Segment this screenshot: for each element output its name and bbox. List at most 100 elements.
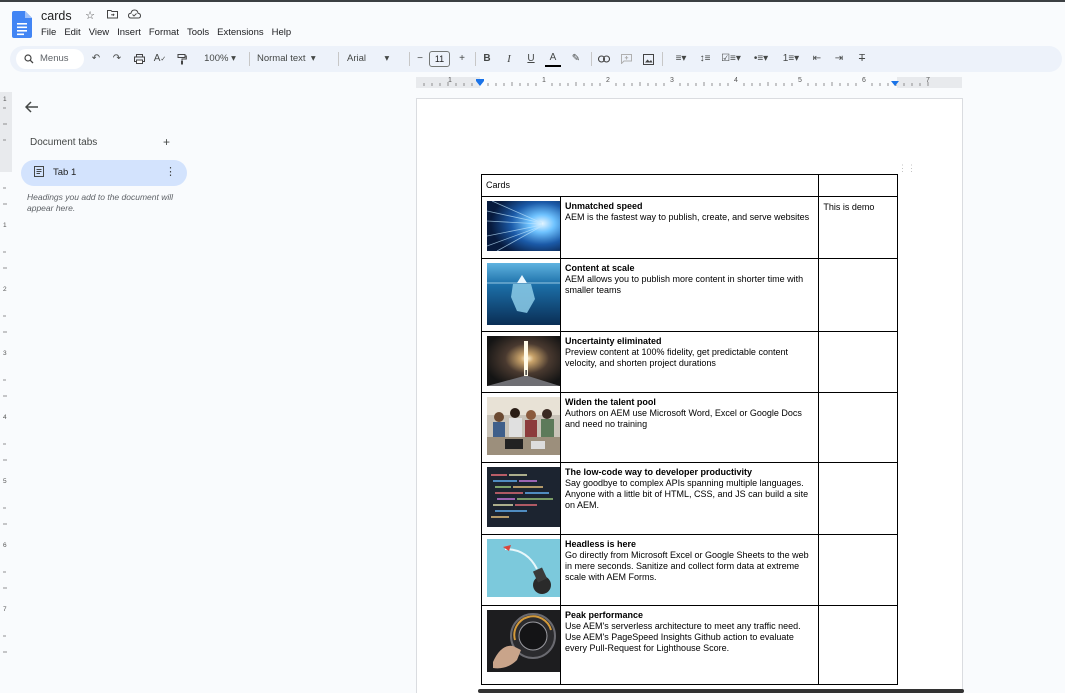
table-row: Unmatched speed AEM is the fastest way t… — [481, 196, 898, 259]
insert-link-icon[interactable] — [596, 51, 612, 67]
tab-1[interactable]: Tab 1 ⋮ — [21, 160, 187, 186]
menu-view[interactable]: View — [89, 27, 114, 39]
print-icon[interactable] — [131, 51, 147, 67]
table-cell[interactable]: Peak performance Use AEM's serverless ar… — [559, 605, 820, 685]
table-cell[interactable]: Widen the talent pool Authors on AEM use… — [559, 392, 820, 463]
table-cell[interactable] — [481, 196, 561, 259]
table-cell[interactable]: Uncertainty eliminated Preview content a… — [559, 331, 820, 393]
table-cell[interactable] — [481, 258, 561, 332]
card-title: Peak performance — [565, 610, 644, 620]
table-cell[interactable] — [818, 331, 898, 393]
paint-format-icon[interactable] — [174, 51, 190, 67]
table-cell[interactable] — [481, 605, 561, 685]
star-icon[interactable]: ☆ — [83, 9, 97, 23]
tab-1-label: Tab 1 — [53, 167, 77, 178]
table-cell[interactable] — [481, 331, 561, 393]
card-title: The low-code way to developer productivi… — [565, 467, 753, 477]
insert-image-icon[interactable] — [640, 51, 656, 67]
highlight-color-icon[interactable]: ✎ — [568, 51, 584, 67]
card-title: Uncertainty eliminated — [565, 336, 662, 346]
numbered-list-icon[interactable]: 1≡▾ — [778, 51, 804, 67]
underline-icon[interactable]: U — [523, 51, 539, 67]
table-cell[interactable]: Unmatched speed AEM is the fastest way t… — [559, 196, 820, 259]
table-cell[interactable] — [818, 462, 898, 535]
back-arrow-icon[interactable] — [24, 100, 41, 116]
table-cell[interactable]: The low-code way to developer productivi… — [559, 462, 820, 535]
card-body: Say goodbye to complex APIs spanning mul… — [565, 478, 809, 510]
card-title: Widen the talent pool — [565, 397, 656, 407]
add-comment-icon[interactable] — [618, 51, 634, 67]
table-row: Widen the talent pool Authors on AEM use… — [481, 392, 898, 463]
text-color-icon[interactable]: A — [545, 51, 561, 67]
team-meeting-image[interactable] — [487, 397, 560, 455]
table-cell[interactable] — [818, 258, 898, 332]
cloud-status-icon[interactable] — [127, 9, 141, 23]
clear-formatting-icon[interactable]: T — [854, 51, 870, 67]
undo-icon[interactable]: ↶ — [88, 51, 104, 67]
cards-table[interactable]: Cards Unmatched speed AEM is the fastest… — [480, 174, 898, 685]
font-select[interactable]: Arial ▾ — [347, 51, 399, 67]
table-cell[interactable] — [481, 462, 561, 535]
table-cell[interactable] — [818, 174, 898, 197]
bold-icon[interactable]: B — [479, 51, 495, 67]
increase-indent-icon[interactable]: ⇥ — [831, 51, 847, 67]
table-row: Content at scale AEM allows you to publi… — [481, 258, 898, 332]
speed-lights-image[interactable] — [487, 201, 560, 251]
menu-tools[interactable]: Tools — [187, 27, 214, 39]
card-body: Authors on AEM use Microsoft Word, Excel… — [565, 408, 802, 429]
toolbar: Menus ↶ ↷ A✓ 100% ▾ Normal text ▾ Arial … — [10, 46, 1062, 72]
ruler-label: 4 — [3, 414, 7, 421]
menu-format[interactable]: Format — [149, 27, 184, 39]
table-cell[interactable] — [481, 534, 561, 606]
ruler-label: 1 — [3, 96, 7, 103]
italic-icon[interactable]: I — [501, 51, 517, 67]
line-spacing-icon[interactable]: ↕≡ — [697, 51, 713, 67]
light-door-image[interactable] — [487, 336, 560, 386]
more-vert-icon[interactable]: ⋮ — [165, 165, 176, 178]
move-folder-icon[interactable] — [105, 9, 119, 23]
docs-logo-icon[interactable] — [12, 11, 32, 38]
document-title[interactable]: cards — [41, 9, 72, 23]
document-tab-icon — [34, 166, 44, 180]
menu-insert[interactable]: Insert — [117, 27, 146, 39]
iceberg-image[interactable] — [487, 263, 560, 325]
table-cell[interactable]: Content at scale AEM allows you to publi… — [559, 258, 820, 332]
ruler-label: 7 — [926, 77, 930, 84]
menu-help[interactable]: Help — [272, 27, 297, 39]
page-bottom-edge — [478, 689, 964, 693]
decrease-indent-icon[interactable]: ⇤ — [809, 51, 825, 67]
style-select[interactable]: Normal text ▾ — [257, 51, 329, 67]
window-top-border — [0, 0, 1065, 2]
decrease-font-size-icon[interactable]: − — [412, 51, 428, 67]
spellcheck-icon[interactable]: A✓ — [152, 51, 168, 67]
table-cell[interactable] — [818, 605, 898, 685]
zoom-select[interactable]: 100% ▾ — [200, 51, 240, 67]
table-cell[interactable] — [818, 392, 898, 463]
menu-edit[interactable]: Edit — [64, 27, 85, 39]
rocket-image[interactable] — [487, 539, 560, 597]
ruler-label: 1 — [542, 77, 546, 84]
checklist-icon[interactable]: ☑≡▾ — [718, 51, 744, 67]
bulleted-list-icon[interactable]: •≡▾ — [748, 51, 774, 67]
redo-icon[interactable]: ↷ — [109, 51, 125, 67]
code-screen-image[interactable] — [487, 467, 560, 527]
table-cell[interactable] — [481, 392, 561, 463]
speedometer-image[interactable] — [487, 610, 560, 672]
table-row: Uncertainty eliminated Preview content a… — [481, 331, 898, 393]
increase-font-size-icon[interactable]: + — [454, 51, 470, 67]
table-cell[interactable]: This is demo — [818, 196, 898, 259]
table-drag-handle-icon[interactable]: ⋮⋮ — [898, 163, 916, 174]
menus-search[interactable]: Menus — [16, 49, 84, 69]
table-cell[interactable] — [818, 534, 898, 606]
table-row: Peak performance Use AEM's serverless ar… — [481, 605, 898, 685]
zoom-value: 100% — [204, 53, 229, 64]
table-cell[interactable]: Headless is here Go directly from Micros… — [559, 534, 820, 606]
add-tab-icon[interactable]: + — [163, 135, 170, 149]
menu-file[interactable]: File — [41, 27, 61, 39]
table-row: Headless is here Go directly from Micros… — [481, 534, 898, 606]
align-icon[interactable]: ≡▾ — [670, 51, 692, 67]
menu-extensions[interactable]: Extensions — [217, 27, 268, 39]
font-size-input[interactable]: 11 — [429, 51, 450, 67]
table-header-cell[interactable]: Cards — [480, 174, 820, 197]
ruler-label: 5 — [3, 478, 7, 485]
